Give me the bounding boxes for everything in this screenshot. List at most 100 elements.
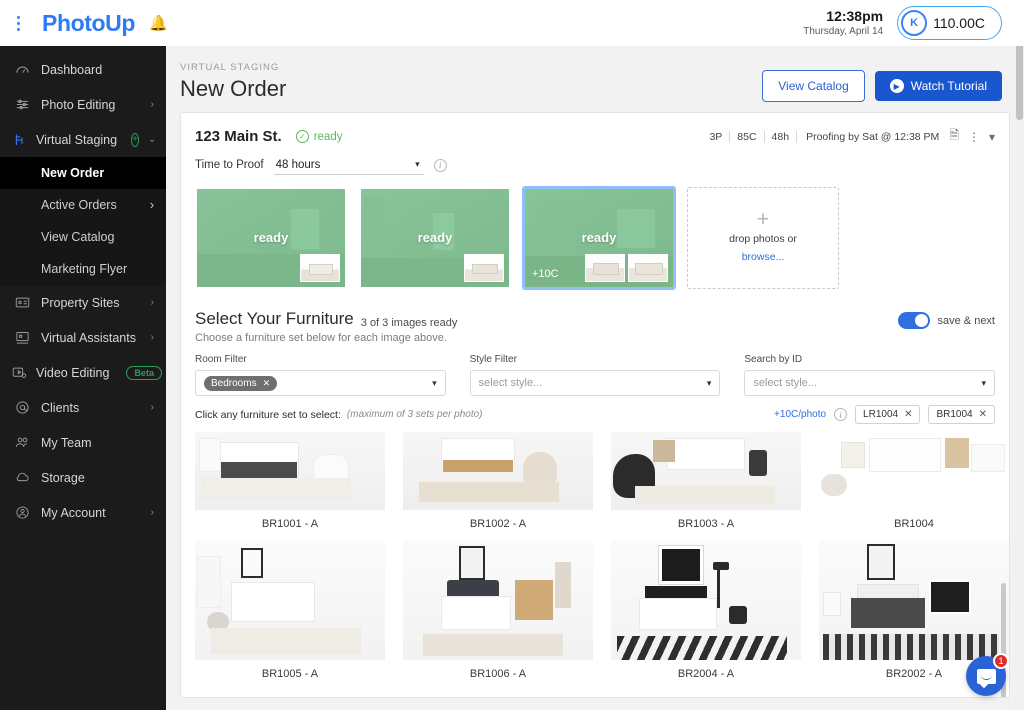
sidebar-item-my-team[interactable]: My Team [0, 425, 166, 460]
style-filter-select[interactable]: select style... ▾ [469, 370, 721, 396]
furniture-set-name: BR1006 - A [469, 668, 527, 678]
kebab-menu-icon[interactable]: ⋮ [968, 130, 980, 144]
page-scrollbar[interactable] [1015, 0, 1024, 710]
sidebar-item-active-orders[interactable]: Active Orders › [0, 189, 166, 221]
sidebar-item-photo-editing[interactable]: Photo Editing › [0, 87, 166, 122]
furniture-set-card[interactable]: BR1002 - A [403, 432, 593, 540]
cloud-icon [12, 470, 32, 485]
furniture-set-card[interactable]: BR1004 [819, 432, 1009, 540]
sidebar-item-label: My Team [41, 435, 92, 450]
furniture-set-name: BR1005 - A [261, 668, 319, 678]
furniture-set-name: BR1002 - A [469, 518, 527, 530]
close-icon[interactable]: ✕ [979, 409, 987, 420]
sidebar-item-label: Virtual Staging [36, 132, 118, 147]
furniture-set-image [611, 540, 801, 660]
current-time: 12:38pm [826, 8, 884, 24]
furniture-chip [628, 254, 668, 282]
chevron-right-icon: › [150, 332, 154, 343]
filter-tag-chip[interactable]: Bedrooms ✕ [204, 375, 278, 391]
current-date: Thursday, April 14 [803, 25, 884, 37]
page-title-group: VIRTUAL STAGING New Order [180, 62, 286, 102]
body: Dashboard Photo Editing › Virtual Stagin… [0, 46, 1024, 710]
sidebar-item-marketing-flyer[interactable]: Marketing Flyer [0, 253, 166, 285]
room-filter-select[interactable]: Bedrooms ✕ ▾ [195, 370, 446, 396]
save-next-toggle[interactable] [897, 312, 930, 329]
credits-button[interactable]: K 110.00C [897, 6, 1002, 40]
proofing-text: Proofing by Sat @ 12:38 PM [806, 130, 940, 143]
furniture-set-card[interactable]: BR1003 - A [611, 432, 801, 540]
page-title: New Order [180, 76, 287, 101]
close-icon[interactable]: ✕ [263, 378, 271, 389]
furniture-chip-list [585, 254, 668, 282]
sidebar-item-dashboard[interactable]: Dashboard [0, 52, 166, 87]
photo-thumbnail-list: ready ready ready +10C + drop photos or … [181, 187, 1009, 295]
photo-dropzone[interactable]: + drop photos or browse... [687, 187, 839, 289]
time-to-proof-select[interactable]: 48 hours [273, 157, 424, 175]
selected-set-chip[interactable]: BR1004 ✕ [928, 405, 995, 424]
status-badge: ✓ ready [295, 130, 343, 143]
filter-tag-label: Bedrooms [211, 377, 257, 389]
chevron-right-icon: › [150, 402, 154, 413]
sidebar-item-video-editing[interactable]: Video Editing Beta [0, 355, 166, 390]
selected-set-chip[interactable]: LR1004 ✕ [855, 405, 921, 424]
furniture-set-image [195, 540, 385, 660]
furniture-set-image [403, 540, 593, 660]
furniture-grid[interactable]: BR1001 - A BR1002 - A BR1003 - A BR1004 … [181, 428, 1009, 678]
speedometer-icon [12, 62, 32, 77]
sidebar-item-virtual-assistants[interactable]: Virtual Assistants › [0, 320, 166, 355]
furniture-chip-list [464, 254, 504, 282]
chat-launcher-button[interactable]: 1 [966, 653, 1009, 696]
furniture-set-image [195, 432, 385, 510]
watch-tutorial-button[interactable]: ▶ Watch Tutorial [874, 71, 1002, 101]
furniture-set-name: BR2004 - A [677, 668, 735, 678]
kebab-menu-icon[interactable] [0, 0, 36, 46]
sidebar-item-clients[interactable]: Clients › [0, 390, 166, 425]
id-card-icon [12, 295, 32, 310]
furniture-ready-count: 3 of 3 images ready [360, 317, 458, 329]
add-icon[interactable]: + [131, 132, 139, 147]
sidebar-item-virtual-staging[interactable]: Virtual Staging + ⌄ [0, 122, 166, 157]
per-photo-cost[interactable]: +10C/photo [774, 409, 826, 420]
furniture-set-card[interactable]: BR1006 - A [403, 540, 593, 678]
brand-logo[interactable]: PhotoUp [42, 10, 135, 37]
photo-thumbnail[interactable]: ready [195, 187, 347, 289]
furniture-chip [585, 254, 625, 282]
sidebar-item-label: Clients [41, 400, 80, 415]
view-catalog-button[interactable]: View Catalog [762, 70, 865, 102]
chevron-down-icon: ▾ [981, 377, 987, 388]
save-next-label: save & next [937, 314, 995, 327]
info-icon[interactable]: i [834, 408, 848, 421]
filter-room: Room Filter Bedrooms ✕ ▾ [195, 354, 446, 396]
status-label: ready [313, 130, 343, 143]
bell-icon[interactable]: 🔔 [149, 16, 168, 31]
photo-thumbnail-selected[interactable]: ready +10C [523, 187, 675, 289]
info-icon[interactable]: i [433, 158, 447, 172]
note-icon[interactable]: 🗎 [949, 126, 959, 147]
selected-set-id: LR1004 [863, 409, 899, 420]
chevron-down-icon: ▾ [432, 377, 437, 388]
sidebar-item-new-order[interactable]: New Order [0, 157, 166, 189]
sidebar-item-view-catalog[interactable]: View Catalog [0, 221, 166, 253]
furniture-set-card[interactable]: BR1001 - A [195, 432, 385, 540]
credits-amount: 110.00C [933, 15, 985, 31]
browse-link[interactable]: browse... [742, 251, 785, 263]
furniture-set-card[interactable]: BR1005 - A [195, 540, 385, 678]
photo-thumbnail[interactable]: ready [359, 187, 511, 289]
plus-icon: + [756, 207, 770, 231]
close-icon[interactable]: ✕ [904, 409, 912, 420]
sidebar-item-label: Virtual Assistants [41, 330, 136, 345]
sidebar-item-property-sites[interactable]: Property Sites › [0, 285, 166, 320]
avatar: K [901, 10, 928, 36]
sidebar-subitem-label: Active Orders [41, 198, 117, 212]
sidebar-item-storage[interactable]: Storage [0, 460, 166, 495]
video-icon [12, 365, 27, 380]
furniture-row: BR1001 - A BR1002 - A BR1003 - A BR1004 [195, 432, 1009, 540]
turnaround-badge: 48h [765, 130, 798, 143]
furniture-set-card[interactable]: BR2004 - A [611, 540, 801, 678]
sidebar-item-label: My Account [41, 505, 106, 520]
chevron-down-icon[interactable]: ▾ [989, 130, 995, 144]
sidebar-subitem-label: View Catalog [41, 230, 115, 244]
filter-style: Style Filter select style... ▾ [469, 354, 721, 396]
sidebar-item-my-account[interactable]: My Account › [0, 495, 166, 530]
search-id-select[interactable]: select style... ▾ [744, 370, 996, 396]
